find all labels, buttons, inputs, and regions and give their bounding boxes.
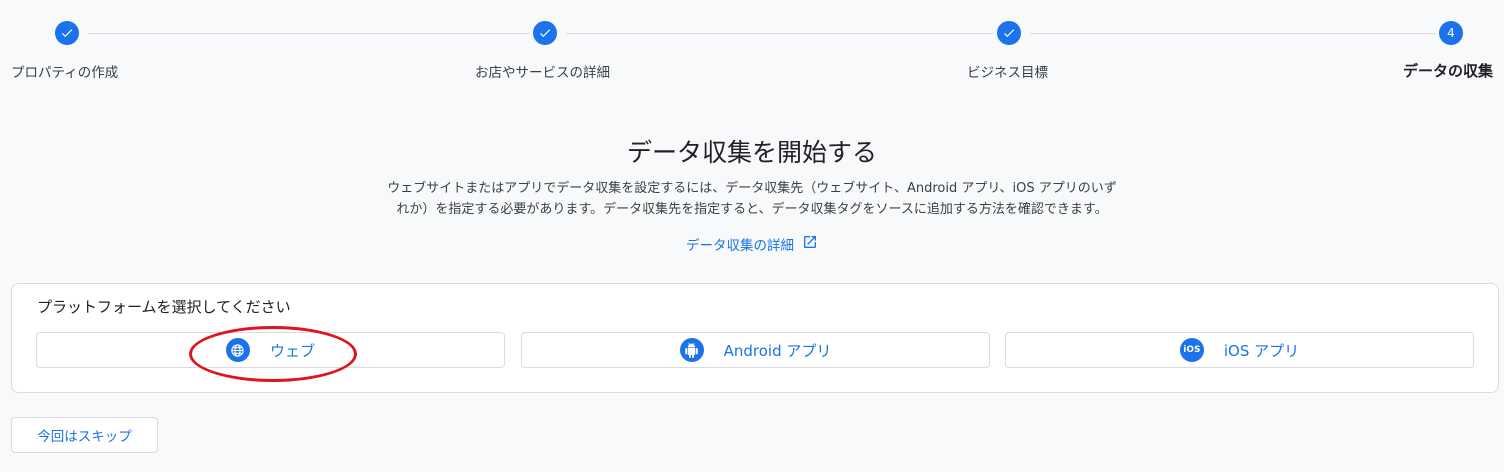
step-connector — [88, 33, 530, 34]
web-platform-button[interactable]: ウェブ — [36, 332, 505, 368]
step-1-label: プロパティの作成 — [11, 65, 119, 81]
platform-card-title: プラットフォームを選択してください — [37, 298, 291, 316]
ios-icon: iOS — [1179, 338, 1204, 362]
step-3-check-icon — [997, 21, 1021, 45]
step-connector — [1030, 33, 1436, 34]
ios-platform-button[interactable]: iOS iOS アプリ — [1005, 332, 1474, 368]
android-platform-button[interactable]: Android アプリ — [521, 332, 990, 368]
step-1-check-icon — [55, 21, 79, 45]
step-connector — [566, 33, 994, 34]
page-title: データ収集を開始する — [626, 138, 877, 167]
web-platform-label: ウェブ — [269, 341, 315, 360]
page-description: ウェブサイトまたはアプリでデータ収集を設定するには、データ収集先（ウェブサイト、… — [340, 178, 1164, 220]
learn-more-link[interactable]: データ収集の詳細 — [0, 234, 1504, 254]
step-4-number: 4 — [1439, 21, 1463, 45]
globe-icon — [225, 338, 250, 362]
learn-more-label[interactable]: データ収集の詳細 — [686, 234, 794, 254]
setup-stepper: プロパティの作成 お店やサービスの詳細 ビジネス目標 4 データの収集 — [0, 0, 1504, 90]
step-2-check-icon — [533, 21, 557, 45]
description-line-2: れか）を指定する必要があります。データ収集先を指定すると、データ収集タグをソース… — [396, 202, 1108, 217]
android-icon — [679, 338, 704, 362]
step-3-label: ビジネス目標 — [967, 65, 1048, 81]
open-in-new-icon — [802, 234, 818, 254]
android-platform-label: Android アプリ — [723, 341, 832, 360]
skip-button[interactable]: 今回はスキップ — [11, 417, 158, 453]
step-4-label: データの収集 — [1403, 62, 1494, 80]
step-2-label: お店やサービスの詳細 — [475, 65, 610, 81]
platform-card: プラットフォームを選択してください ウェブ Android アプリ iOS iO… — [11, 283, 1499, 393]
ios-platform-label: iOS アプリ — [1223, 341, 1300, 360]
description-line-1: ウェブサイトまたはアプリでデータ収集を設定するには、データ収集先（ウェブサイト、… — [387, 181, 1117, 196]
